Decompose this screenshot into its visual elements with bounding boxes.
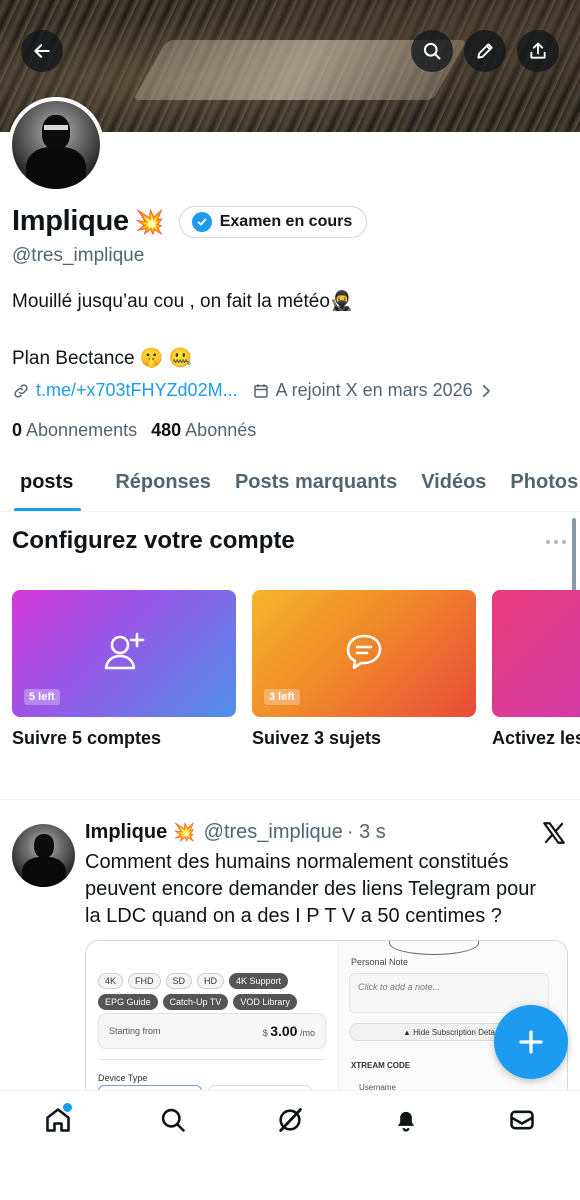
setup-card-topics[interactable]: 3 left <box>252 590 476 717</box>
xtream-label: XTREAM CODE <box>351 1061 411 1070</box>
messages-icon <box>510 1110 534 1130</box>
post-media-image[interactable]: 4K FHD SD HD 4K Support EPG Guide Catch-… <box>85 940 568 1100</box>
chip: 4K Support <box>229 973 289 989</box>
edit-button[interactable] <box>464 30 506 72</box>
nav-messages[interactable] <box>507 1105 537 1135</box>
profile-avatar[interactable] <box>8 97 104 193</box>
remaining-badge: 5 left <box>24 689 60 705</box>
setup-card-notifications[interactable] <box>492 590 580 717</box>
personal-note-label: Personal Note <box>351 957 409 967</box>
name-emoji: 💥 <box>134 207 165 236</box>
media-chips: 4K FHD SD HD 4K Support EPG Guide Catch-… <box>98 973 328 1010</box>
nav-grok[interactable] <box>275 1105 305 1135</box>
home-notification-dot <box>63 1103 72 1112</box>
search-icon <box>161 1108 185 1132</box>
x-logo-icon[interactable] <box>541 820 567 846</box>
plus-icon <box>519 1030 543 1054</box>
remaining-badge: 3 left <box>264 689 300 705</box>
verified-badge-icon <box>191 211 212 232</box>
section-divider <box>0 799 580 800</box>
chip: FHD <box>128 973 161 989</box>
media-left-panel: 4K FHD SD HD 4K Support EPG Guide Catch-… <box>86 941 338 1099</box>
setup-card-label[interactable]: Suivez 3 sujets <box>252 728 381 749</box>
chip: HD <box>197 973 225 989</box>
tab-highlights[interactable]: Posts marquants <box>223 452 409 511</box>
tab-videos[interactable]: Vidéos <box>409 452 498 511</box>
chip: 4K <box>98 973 124 989</box>
setup-card-label[interactable]: Activez les <box>492 728 580 749</box>
add-user-icon <box>104 632 145 670</box>
tab-photos[interactable]: Photos <box>498 452 580 511</box>
avatar-image <box>12 101 100 189</box>
display-name: Implique <box>12 205 129 237</box>
profile-handle: @tres_implique <box>12 245 145 266</box>
profile-name-row: Implique 💥 Examen en cours <box>12 205 368 238</box>
back-button[interactable] <box>21 30 63 72</box>
post-author-avatar[interactable] <box>12 824 75 887</box>
bottom-navigation <box>0 1090 580 1200</box>
post-author-name[interactable]: Implique <box>85 821 167 844</box>
share-icon <box>530 42 546 59</box>
more-options-icon[interactable] <box>546 540 566 544</box>
search-button[interactable] <box>411 30 453 72</box>
tab-replies[interactable]: Réponses <box>103 452 223 511</box>
following-stat[interactable]: 0 Abonnements <box>12 420 137 441</box>
joined-date[interactable]: A rejoint X en mars 2026 <box>276 380 473 401</box>
post-author-emoji: 💥 <box>173 822 196 843</box>
tab-posts[interactable]: posts <box>0 452 103 511</box>
calendar-icon <box>253 383 268 398</box>
nav-notifications[interactable] <box>391 1105 421 1135</box>
profile-link[interactable]: t.me/+x703tFHYZd02M... <box>36 380 238 401</box>
setup-card-follow[interactable]: 5 left <box>12 590 236 717</box>
chip: Catch-Up TV <box>162 994 229 1010</box>
link-icon <box>14 383 28 398</box>
share-button[interactable] <box>517 30 559 72</box>
verification-status-pill[interactable]: Examen en cours <box>178 205 368 238</box>
post-timestamp[interactable]: · 3 s <box>347 821 386 844</box>
chip: SD <box>165 973 193 989</box>
search-icon <box>423 42 441 60</box>
chip: EPG Guide <box>98 994 158 1010</box>
follow-stats: 0 Abonnements 480 Abonnés <box>12 420 256 441</box>
post-author-handle[interactable]: @tres_implique <box>204 821 343 844</box>
nav-search[interactable] <box>158 1105 188 1135</box>
chip: VOD Library <box>233 994 297 1010</box>
post-header: Implique 💥 @tres_implique · 3 s <box>85 821 386 844</box>
notifications-icon <box>397 1111 415 1132</box>
chevron-right-icon[interactable] <box>477 382 495 400</box>
pencil-icon <box>477 43 493 59</box>
grok-icon <box>279 1108 302 1132</box>
device-type-label: Device Type <box>98 1073 148 1083</box>
compose-button[interactable] <box>494 1005 568 1079</box>
profile-tabs: posts Réponses Posts marquants Vidéos Ph… <box>0 452 580 512</box>
bio-line-1: Mouillé jusqu’au cou , on fait la météo🥷 <box>12 291 354 312</box>
setup-card-label[interactable]: Suivre 5 comptes <box>12 728 161 749</box>
setup-section-title: Configurez votre compte <box>12 527 295 554</box>
profile-meta-row: t.me/+x703tFHYZd02M... A rejoint X en ma… <box>12 380 495 401</box>
followers-stat[interactable]: 480 Abonnés <box>151 420 256 441</box>
bio-line-2: Plan Bectance 🤫 🤐 <box>12 348 193 369</box>
arrow-left-icon <box>34 44 50 58</box>
post-text: Comment des humains normalement constitu… <box>85 851 537 927</box>
price-box: Starting from $ 3.00 /mo <box>98 1013 326 1049</box>
verification-label: Examen en cours <box>219 212 353 230</box>
topic-bubble-icon <box>346 634 382 670</box>
